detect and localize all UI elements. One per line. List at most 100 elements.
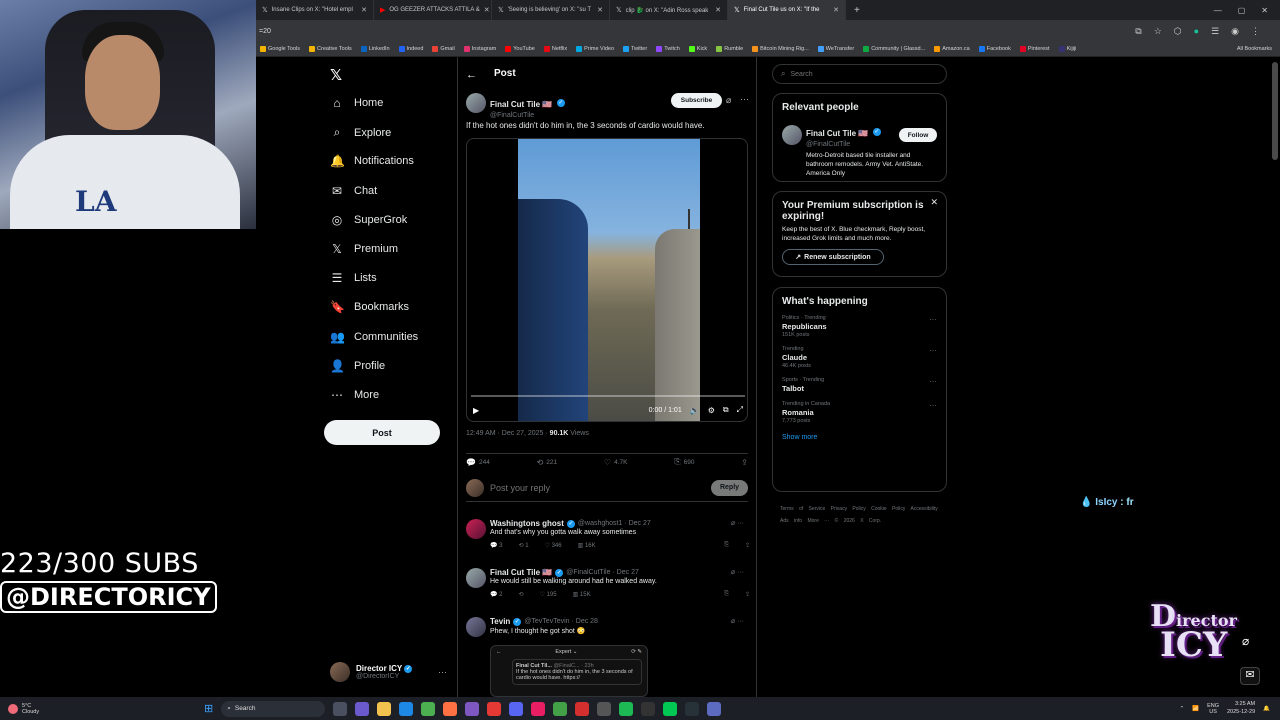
nav-item-home[interactable]: ⌂ Home	[330, 96, 383, 110]
relevant-name[interactable]: Final Cut Tile 🇺🇸	[806, 129, 868, 138]
wifi-icon[interactable]: 📶	[1192, 706, 1199, 712]
taskview-icon[interactable]	[333, 701, 348, 716]
views-action[interactable]: ▥ 15K	[573, 591, 591, 598]
app-icon[interactable]	[531, 701, 546, 716]
browser-tab[interactable]: 𝕏 'Seeing is believing' on X: "su T ✕	[492, 0, 610, 20]
account-more-icon[interactable]: ···	[438, 667, 447, 677]
author-handle[interactable]: @FinalCutTile	[490, 112, 565, 119]
taskbar-search[interactable]: ⌕ Search	[221, 700, 326, 717]
follow-button[interactable]: Follow	[899, 128, 937, 142]
video-player[interactable]: ▶ 0:00 / 1:01 🔈 ⚙ ⧉ ⤢	[466, 138, 748, 422]
reply-action[interactable]: 💬 2	[490, 591, 502, 598]
grok-float-icon[interactable]: ⌀	[1242, 634, 1260, 652]
star-icon[interactable]: ☆	[1154, 26, 1162, 37]
bookmark-icon[interactable]: ⎘	[724, 542, 729, 549]
reply-author[interactable]: Final Cut Tile 🇺🇸	[490, 568, 552, 577]
nav-item-chat[interactable]: ✉ Chat	[330, 184, 377, 198]
language-indicator[interactable]: ENG US	[1207, 703, 1219, 715]
browser-tab[interactable]: 𝕏 Insane Clips on X: "Hotel empl ✕	[256, 0, 374, 20]
bookmark-item[interactable]: Prime Video	[576, 46, 614, 52]
views-action[interactable]: ▥ 16K	[578, 542, 596, 549]
nav-item-bookmarks[interactable]: 🔖 Bookmarks	[330, 300, 409, 314]
trend-item[interactable]: Politics · Trending Republicans 151K posts…	[782, 315, 937, 338]
relevant-handle[interactable]: @FinalCutTile	[806, 141, 937, 148]
bookmark-item[interactable]: Netflix	[543, 46, 567, 52]
bookmark-item[interactable]: Instagram	[463, 46, 496, 52]
bookmark-item[interactable]: Kijiji	[1058, 46, 1076, 52]
grok-icon[interactable]: ⌀	[726, 95, 731, 106]
weather-widget[interactable]: 5°C Cloudy	[0, 703, 190, 715]
like-action[interactable]: ♡ 346	[545, 542, 562, 549]
x-logo-icon[interactable]: 𝕏	[330, 66, 342, 84]
nav-item-more[interactable]: ⋯ More	[330, 388, 379, 402]
bookmark-action[interactable]: ⎘ 690	[674, 457, 694, 467]
reply-more-icon[interactable]: ⌀ ···	[731, 617, 744, 625]
bookmark-icon[interactable]: ⎘	[724, 591, 729, 598]
bookmark-item[interactable]: LinkedIn	[360, 46, 390, 52]
spotify-icon[interactable]	[619, 701, 634, 716]
windows-start-icon[interactable]: ⊞	[204, 702, 213, 715]
browser-tab[interactable]: ▶ OG GEEZER ATTACKS ATTILA & ✕	[374, 0, 492, 20]
extensions-icon[interactable]: ⬡	[1174, 26, 1182, 37]
menu-icon[interactable]: ☰	[1211, 26, 1219, 37]
bookmark-item[interactable]: Kick	[688, 46, 707, 52]
trend-more-icon[interactable]: ···	[929, 401, 937, 410]
cast-icon[interactable]: ⧉	[1135, 26, 1141, 37]
like-action[interactable]: ♡ 4.7K	[604, 457, 628, 467]
back-arrow-icon[interactable]: ←	[466, 69, 477, 81]
app-icon[interactable]	[487, 701, 502, 716]
close-tab-icon[interactable]: ✕	[484, 6, 490, 14]
app-icon[interactable]	[597, 701, 612, 716]
reply-avatar[interactable]	[466, 617, 486, 637]
reply-author[interactable]: Washingtons ghost	[490, 519, 564, 528]
close-window-icon[interactable]: ✕	[1261, 6, 1268, 15]
browser-tab[interactable]: 𝕏clip 🐉 on X: "Adin Ross speak ✕	[610, 0, 728, 20]
reply-item[interactable]: Tevin ✓ @TevTevTevin · Dec 28 ⌀ ··· Phew, I …	[466, 617, 750, 637]
bookmark-item[interactable]: Bitcoin Mining Rig...	[752, 46, 809, 52]
scrollbar[interactable]	[1272, 62, 1278, 160]
account-switcher[interactable]: Director ICY ✓ @DirectorICY ···	[330, 662, 447, 682]
fullscreen-icon[interactable]: ⤢	[737, 405, 743, 415]
show-more-link[interactable]: Show more	[782, 434, 937, 441]
tray-chevron-icon[interactable]: ⌃	[1180, 706, 1185, 712]
video-frame[interactable]	[518, 139, 700, 421]
trend-item[interactable]: Trending in Canada Romania 7,773 posts ···	[782, 401, 937, 424]
clock[interactable]: 3:25 AM 2025-12-29	[1227, 701, 1255, 715]
trend-more-icon[interactable]: ···	[929, 315, 937, 324]
file-explorer-icon[interactable]	[377, 701, 392, 716]
bookmark-item[interactable]: Pinterest	[1019, 46, 1050, 52]
messages-icon[interactable]: ✉	[1240, 667, 1260, 685]
share-action[interactable]: ⇪	[741, 457, 748, 467]
more-options-icon[interactable]: ···	[740, 94, 749, 104]
like-action[interactable]: ♡ 195	[540, 591, 557, 598]
grammarly-icon[interactable]: ●	[1194, 26, 1199, 37]
maximize-icon[interactable]: ▢	[1238, 6, 1246, 15]
copilot-icon[interactable]	[355, 701, 370, 716]
share-icon[interactable]: ⇪	[745, 542, 750, 549]
chrome-icon[interactable]	[421, 701, 436, 716]
reply-button[interactable]: Reply	[711, 479, 748, 496]
close-tab-icon[interactable]: ✕	[361, 6, 367, 14]
reply-avatar[interactable]	[466, 568, 486, 588]
search-box[interactable]: ⌕	[772, 64, 947, 84]
notification-icon[interactable]: 🔔	[1263, 706, 1270, 712]
pip-icon[interactable]: ⧉	[723, 405, 729, 415]
bookmark-item[interactable]: Creative Tools	[309, 46, 352, 52]
nav-item-lists[interactable]: ☰ Lists	[330, 271, 377, 285]
reply-more-icon[interactable]: ⌀ ···	[731, 568, 744, 576]
settings-icon[interactable]: ⚙	[708, 406, 715, 415]
reply-avatar[interactable]	[466, 519, 486, 539]
reply-action[interactable]: 💬 244	[466, 457, 490, 467]
search-input[interactable]	[790, 70, 931, 78]
bookmark-item[interactable]: Amazon.ca	[934, 46, 970, 52]
play-icon[interactable]: ▶	[473, 406, 479, 415]
trend-item[interactable]: Sports · Trending Talbot ···	[782, 377, 937, 393]
minimize-icon[interactable]: —	[1214, 6, 1222, 15]
bookmark-item[interactable]: Twitch	[656, 46, 680, 52]
profile-icon[interactable]: ◉	[1231, 26, 1239, 37]
trend-more-icon[interactable]: ···	[929, 346, 937, 355]
new-tab-icon[interactable]: +	[854, 5, 860, 16]
author-name[interactable]: Final Cut Tile 🇺🇸	[490, 100, 552, 109]
subscribe-button[interactable]: Subscribe	[671, 93, 722, 108]
renew-subscription-button[interactable]: ↗ Renew subscription	[782, 249, 884, 266]
